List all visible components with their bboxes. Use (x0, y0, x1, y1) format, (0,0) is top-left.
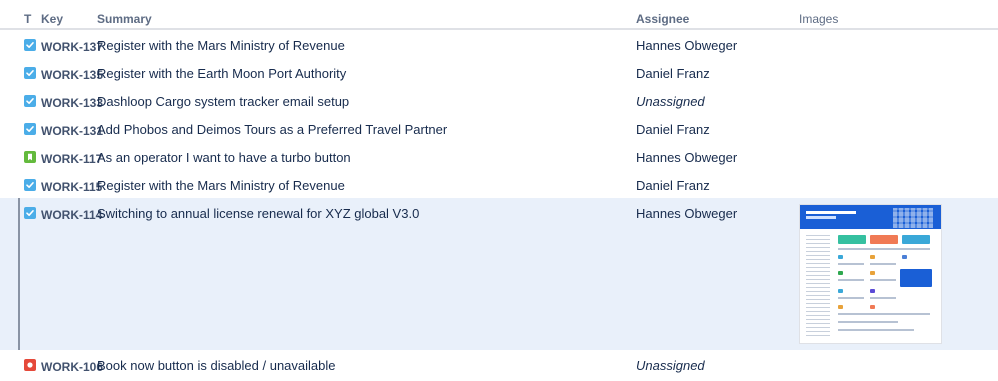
task-checkbox-icon (24, 39, 36, 51)
issue-key-link[interactable]: WORK-114 (41, 207, 102, 223)
issues-table: T Key Summary Assignee Images WORK-137 R… (0, 0, 998, 378)
table-header: T Key Summary Assignee Images (0, 0, 998, 30)
table-row[interactable]: WORK-131 Add Phobos and Deimos Tours as … (0, 114, 998, 142)
issue-summary[interactable]: As an operator I want to have a turbo bu… (97, 150, 351, 166)
issue-summary[interactable]: Register with the Earth Moon Port Author… (97, 66, 346, 82)
issue-assignee[interactable]: Hannes Obweger (636, 38, 737, 54)
table-row[interactable]: WORK-137 Register with the Mars Ministry… (0, 30, 998, 58)
table-row-selected[interactable]: WORK-114 Switching to annual license ren… (0, 198, 998, 350)
issue-key-link[interactable]: WORK-133 (41, 95, 103, 111)
story-bookmark-icon (24, 151, 36, 163)
issue-assignee[interactable]: Unassigned (636, 94, 705, 110)
table-row[interactable]: WORK-133 Dashloop Cargo system tracker e… (0, 86, 998, 114)
issue-summary[interactable]: Switching to annual license renewal for … (97, 206, 419, 222)
issue-key-link[interactable]: WORK-115 (41, 179, 102, 195)
issue-key-link[interactable]: WORK-131 (41, 123, 103, 139)
issue-summary[interactable]: Register with the Mars Ministry of Reven… (97, 38, 345, 54)
issue-key-link[interactable]: WORK-117 (41, 151, 102, 167)
task-checkbox-icon (24, 95, 36, 107)
issue-key-link[interactable]: WORK-135 (41, 67, 103, 83)
table-row[interactable]: WORK-135 Register with the Earth Moon Po… (0, 58, 998, 86)
issue-assignee[interactable]: Hannes Obweger (636, 206, 737, 222)
column-header-assignee[interactable]: Assignee (636, 12, 689, 26)
column-header-type[interactable]: T (24, 12, 31, 26)
issue-assignee[interactable]: Daniel Franz (636, 66, 710, 82)
column-header-key[interactable]: Key (41, 12, 63, 26)
table-row[interactable]: WORK-117 As an operator I want to have a… (0, 142, 998, 170)
issue-summary[interactable]: Book now button is disabled / unavailabl… (97, 358, 336, 374)
issue-summary[interactable]: Register with the Mars Ministry of Reven… (97, 178, 345, 194)
issue-assignee[interactable]: Daniel Franz (636, 122, 710, 138)
issue-assignee[interactable]: Unassigned (636, 358, 705, 374)
column-header-summary[interactable]: Summary (97, 12, 152, 26)
bug-icon (24, 359, 36, 371)
issue-summary[interactable]: Dashloop Cargo system tracker email setu… (97, 94, 349, 110)
task-checkbox-icon (24, 67, 36, 79)
issue-key-link[interactable]: WORK-106 (41, 359, 103, 375)
image-thumbnail[interactable] (799, 204, 942, 344)
task-checkbox-icon (24, 207, 36, 219)
thumbnail-banner (800, 205, 941, 229)
issue-assignee[interactable]: Hannes Obweger (636, 150, 737, 166)
issue-key-link[interactable]: WORK-137 (41, 39, 103, 55)
task-checkbox-icon (24, 123, 36, 135)
task-checkbox-icon (24, 179, 36, 191)
table-row[interactable]: WORK-106 Book now button is disabled / u… (0, 350, 998, 378)
issue-summary[interactable]: Add Phobos and Deimos Tours as a Preferr… (97, 122, 447, 138)
column-header-images[interactable]: Images (799, 12, 838, 26)
issue-assignee[interactable]: Daniel Franz (636, 178, 710, 194)
table-row[interactable]: WORK-115 Register with the Mars Ministry… (0, 170, 998, 198)
